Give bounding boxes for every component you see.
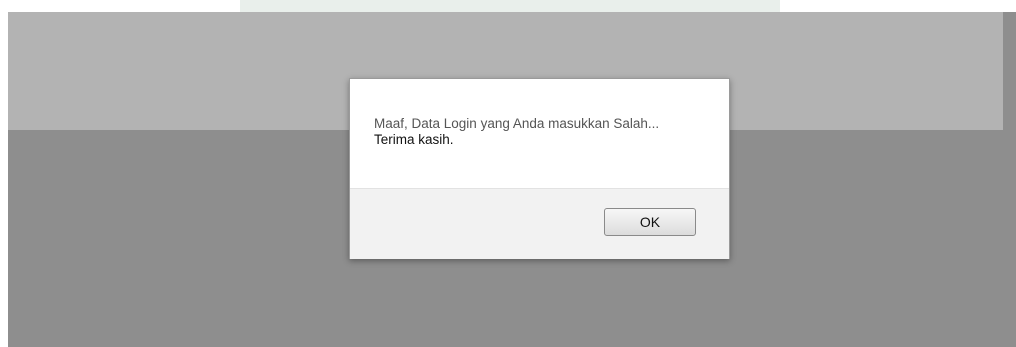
backdrop-right-edge xyxy=(1003,12,1016,347)
alert-message: Maaf, Data Login yang Anda masukkan Sala… xyxy=(374,116,714,148)
ok-button[interactable]: OK xyxy=(604,208,696,236)
alert-dialog: Maaf, Data Login yang Anda masukkan Sala… xyxy=(349,78,730,259)
page: Maaf, Data Login yang Anda masukkan Sala… xyxy=(0,0,1016,347)
alert-message-line-1: Maaf, Data Login yang Anda masukkan Sala… xyxy=(374,116,660,131)
alert-message-line-2: Terima kasih. xyxy=(374,132,454,147)
alert-body: Maaf, Data Login yang Anda masukkan Sala… xyxy=(350,79,729,188)
alert-footer: OK xyxy=(350,188,729,259)
